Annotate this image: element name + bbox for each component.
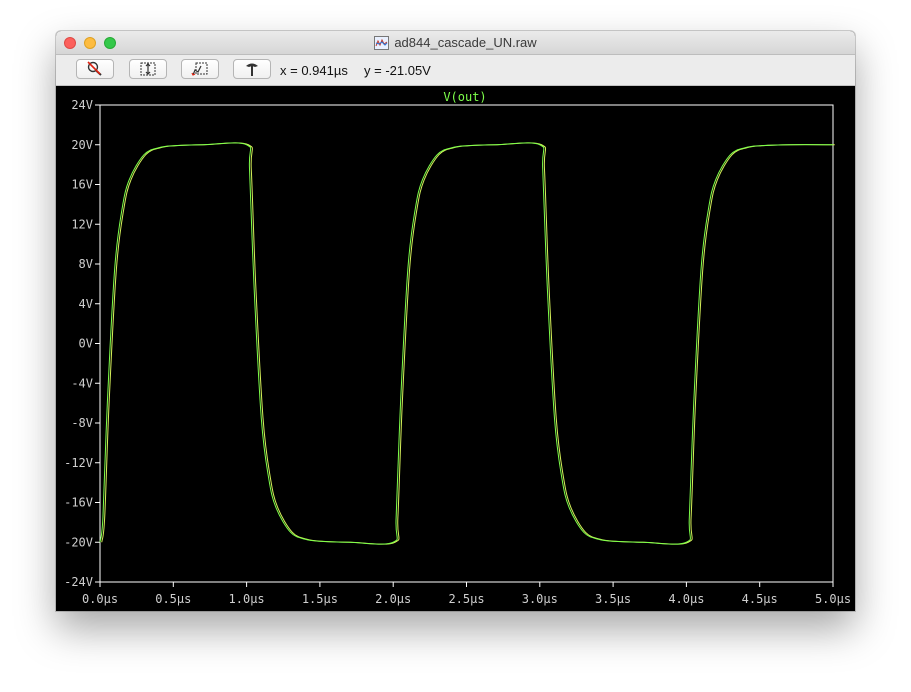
- autorange-icon: [140, 62, 156, 76]
- x-tick-label[interactable]: 0.0µs: [82, 592, 118, 606]
- y-tick-label[interactable]: 24V: [71, 98, 93, 112]
- plot-axes: 24V 20V 16V 12V 8V 4V 0V -4V -8V -12V -16V -20V -24V…: [64, 98, 851, 606]
- waveform-document-icon: [374, 35, 390, 50]
- x-tick-label[interactable]: 1.0µs: [229, 592, 265, 606]
- x-tick-label[interactable]: 4.5µs: [742, 592, 778, 606]
- x-tick-label[interactable]: 2.0µs: [375, 592, 411, 606]
- plot-window: ad844_cascade_UN.raw x = 0.941µs y = -21…: [56, 31, 855, 611]
- zoom-cancel-icon: [87, 61, 102, 76]
- y-tick-label[interactable]: -24V: [64, 575, 93, 589]
- probe-button[interactable]: [233, 59, 271, 79]
- toolbar: x = 0.941µs y = -21.05V: [56, 55, 855, 86]
- y-tick-label[interactable]: -20V: [64, 535, 93, 549]
- title-bar[interactable]: ad844_cascade_UN.raw: [56, 31, 855, 55]
- cursor-x-readout: x = 0.941µs: [280, 63, 348, 78]
- x-tick-label[interactable]: 2.5µs: [448, 592, 484, 606]
- y-tick-label[interactable]: 20V: [71, 138, 93, 152]
- x-tick-label[interactable]: 5.0µs: [815, 592, 851, 606]
- x-tick-label[interactable]: 3.0µs: [522, 592, 558, 606]
- y-tick-label[interactable]: 0V: [79, 337, 93, 351]
- x-tick-label[interactable]: 3.5µs: [595, 592, 631, 606]
- zoom-cancel-button[interactable]: [76, 59, 114, 79]
- window-title-wrap: ad844_cascade_UN.raw: [56, 31, 855, 54]
- y-tick-label[interactable]: -4V: [71, 376, 93, 390]
- y-tick-label[interactable]: 4V: [79, 297, 93, 311]
- probe-icon: [246, 63, 258, 76]
- y-tick-label[interactable]: -8V: [71, 416, 93, 430]
- waveform-plot[interactable]: V(out) 24V 20V 16V 12V 8V 4V 0V -4V -8V -12V -16V -…: [56, 86, 855, 611]
- y-tick-label[interactable]: 12V: [71, 217, 93, 231]
- zoom-back-button[interactable]: [181, 59, 219, 79]
- y-tick-label[interactable]: -16V: [64, 496, 93, 510]
- zoom-back-icon: [191, 62, 208, 76]
- x-tick-label[interactable]: 1.5µs: [302, 592, 338, 606]
- autorange-button[interactable]: [129, 59, 167, 79]
- trace-vout-line[interactable]: [99, 142, 834, 545]
- trace-shadow-line: [101, 142, 835, 545]
- x-tick-label[interactable]: 0.5µs: [155, 592, 191, 606]
- x-tick-label[interactable]: 4.0µs: [668, 592, 704, 606]
- traces: [99, 142, 835, 545]
- cursor-y-readout: y = -21.05V: [364, 63, 431, 78]
- y-tick-label[interactable]: -12V: [64, 456, 93, 470]
- window-title: ad844_cascade_UN.raw: [394, 35, 537, 50]
- y-tick-label[interactable]: 16V: [71, 178, 93, 192]
- y-tick-label[interactable]: 8V: [79, 257, 93, 271]
- trace-label[interactable]: V(out): [443, 90, 486, 104]
- plot-frame: [99, 104, 834, 583]
